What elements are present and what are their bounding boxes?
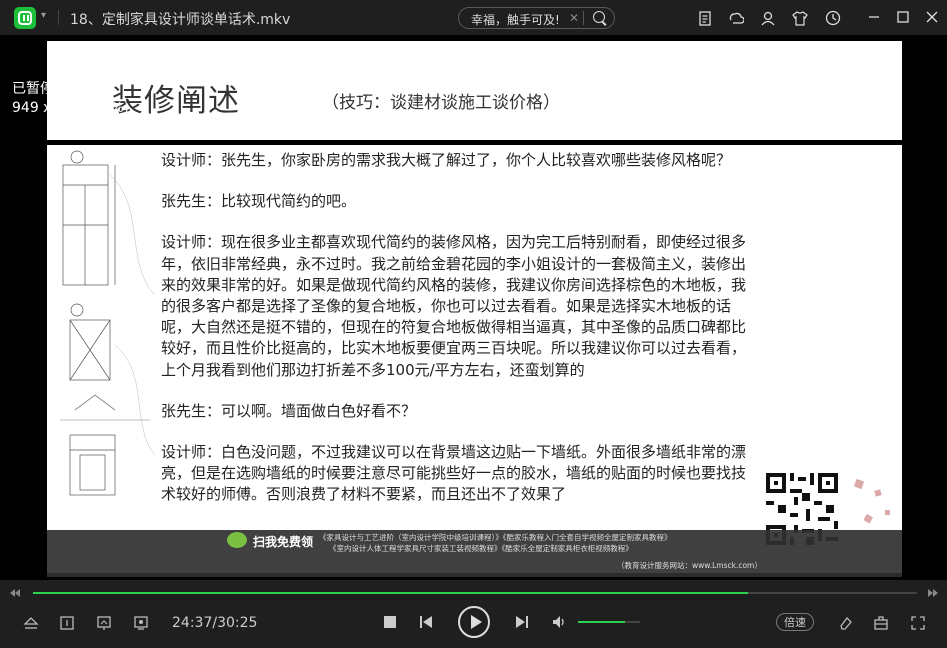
clock-icon[interactable] (825, 10, 841, 26)
minimize-icon[interactable] (866, 9, 882, 25)
cabinet-drawing (60, 150, 155, 496)
status-overlay: 已暂停 949 x 546 (74%) (12, 80, 129, 118)
separator (58, 10, 59, 25)
prev-frame-icon[interactable] (9, 588, 21, 598)
video-size-label: 949 x 546 (74%) (12, 100, 130, 116)
separator (583, 11, 584, 25)
screenshot-icon[interactable] (96, 615, 112, 631)
eject-icon[interactable] (23, 616, 39, 630)
slide-subtitle: （技巧：谈建材谈施工谈价格） (322, 93, 560, 113)
next-icon[interactable] (515, 615, 529, 629)
subtitle-icon[interactable] (59, 615, 75, 631)
fullscreen-icon[interactable] (910, 615, 926, 631)
next-frame-icon[interactable] (927, 588, 939, 598)
slide-body: 设计师：张先生，你家卧房的需求我大概了解过了，你个人比较喜欢哪些装修风格呢？ 张… (47, 145, 902, 577)
volume-slider[interactable] (578, 621, 640, 623)
search-icon[interactable] (593, 11, 605, 23)
decorative-ornament (853, 478, 890, 524)
paragraph: 设计师：张先生，你家卧房的需求我大概了解过了，你个人比较喜欢哪些装修风格呢？ (161, 151, 732, 169)
progress-fill (33, 592, 749, 594)
paused-label: 已暂停 (12, 81, 54, 97)
paragraph: 张先生：比较现代简约的吧。 (161, 192, 357, 211)
promo-banner: 扫我免费领 《家具设计与工艺进阶（室内设计学院中级培训课程）》《酷家乐教程入门全… (47, 530, 902, 577)
paragraph: 设计师：白色没问题，不过我建议可以在背景墙这边贴一下墙纸。外面很多墙纸非常的漂亮… (161, 443, 747, 504)
clear-icon[interactable]: ✕ (569, 11, 579, 25)
dialogue-text: 设计师：张先生，你家卧房的需求我大概了解过了，你个人比较喜欢哪些装修风格呢？ 张… (161, 150, 751, 526)
stop-icon[interactable] (384, 616, 396, 628)
progress-bar[interactable] (33, 592, 917, 594)
close-icon[interactable] (924, 9, 940, 25)
toolbox-icon[interactable] (873, 615, 889, 631)
record-icon[interactable] (133, 615, 149, 631)
eraser-icon[interactable] (838, 615, 854, 631)
player-controls: 24:37/30:25 倍速 (0, 580, 947, 648)
banner-line: （教育设计服务网站：www.Lmsck.com） (617, 561, 762, 570)
scan-text: 扫我免费领 (253, 535, 314, 549)
speed-button[interactable]: 倍速 (776, 613, 814, 631)
volume-icon[interactable] (552, 615, 568, 629)
banner-line: 《室内设计人体工程学家具尺寸家装工装视频教程》《酷家乐全屋定制家具柜衣柜视频教程… (329, 544, 633, 553)
paragraph: 张先生：可以啊。墙面做白色好看不？ (161, 401, 417, 420)
previous-icon[interactable] (419, 615, 433, 629)
slide-header: 装修阐述 （技巧：谈建材谈施工谈价格） (47, 41, 902, 141)
user-share-icon[interactable] (760, 10, 776, 26)
wechat-icon (227, 532, 247, 548)
video-frame[interactable]: 装修阐述 （技巧：谈建材谈施工谈价格） 设计师：张先生，你家卧房的需求我大概了解… (47, 41, 902, 577)
banner-line: 《家具设计与工艺进阶（室内设计学院中级培训课程）》《酷家乐教程入门全套自学视频全… (319, 533, 672, 542)
search-box[interactable]: 幸福，触手可及! ✕ (458, 7, 615, 29)
search-input[interactable]: 幸福，触手可及! (471, 11, 560, 28)
play-icon[interactable] (458, 606, 490, 638)
maximize-icon[interactable] (895, 9, 911, 25)
file-title: 18、定制家具设计师谈单话术.mkv (70, 12, 291, 28)
cloud-sync-icon[interactable] (728, 10, 744, 26)
chevron-down-icon[interactable]: ▾ (41, 10, 46, 21)
logo-icon[interactable] (14, 7, 36, 29)
volume-fill (578, 621, 625, 623)
tshirt-icon[interactable] (792, 10, 808, 26)
paragraph: 设计师：现在很多业主都喜欢现代简约的装修风格，因为完工后特别耐看，即使经过很多年… (161, 233, 747, 379)
slide-title: 装修阐述 (112, 83, 240, 119)
time-display: 24:37/30:25 (172, 615, 258, 631)
title-bar: ▾ 18、定制家具设计师谈单话术.mkv 幸福，触手可及! ✕ (0, 0, 947, 35)
document-icon[interactable] (697, 10, 713, 26)
